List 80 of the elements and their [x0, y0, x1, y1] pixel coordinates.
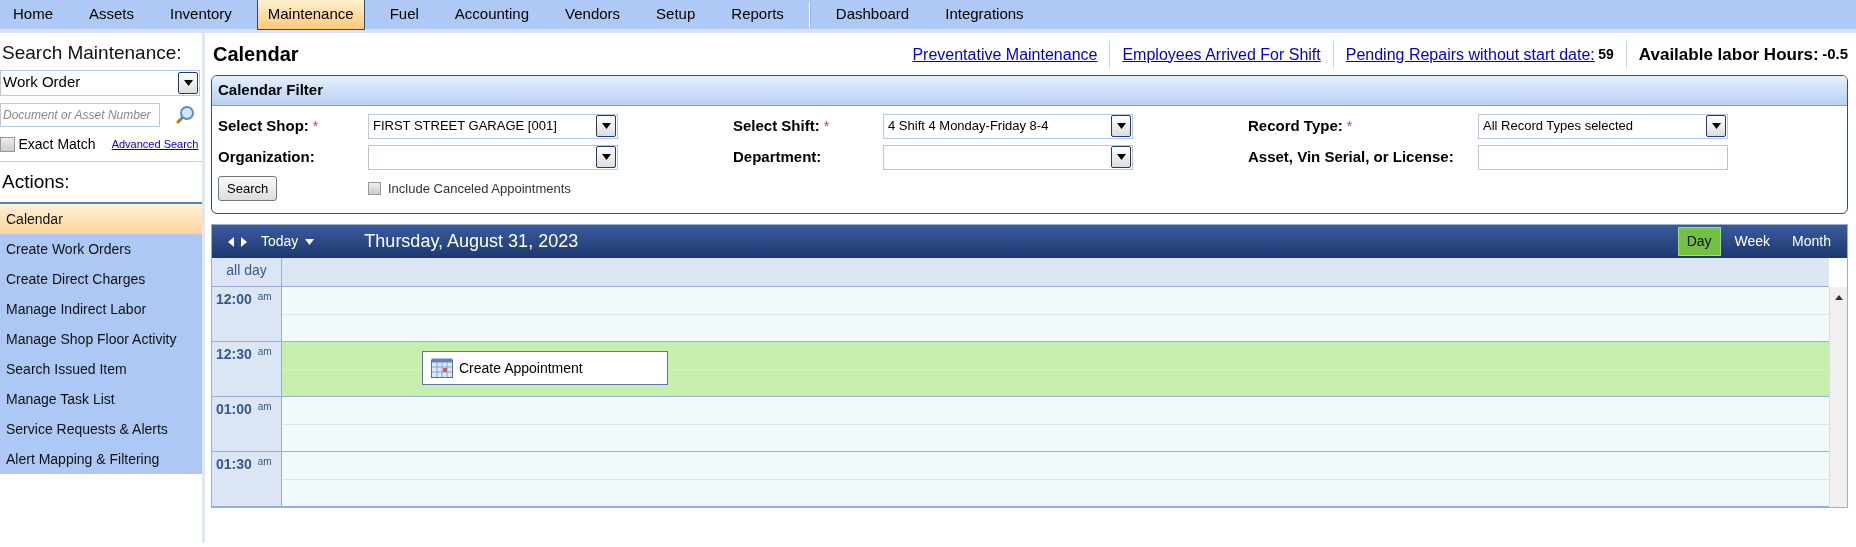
labor-value: -0.5 — [1822, 44, 1848, 65]
dropdown-button[interactable] — [596, 146, 616, 168]
field-label: Asset, Vin Serial, or License: — [1248, 146, 1455, 167]
dropdown-button[interactable] — [178, 71, 198, 94]
caret-icon — [601, 123, 611, 129]
search-type-select[interactable]: Work Order — [0, 69, 200, 96]
menu-item[interactable]: Fuel — [378, 0, 430, 30]
header-link[interactable]: Employees Arrived For Shift — [1122, 42, 1321, 67]
menu-item[interactable]: Accounting — [443, 0, 541, 30]
field-label: Record Type: — [1248, 115, 1343, 136]
action-item[interactable]: Manage Indirect Labor — [0, 294, 202, 324]
action-item[interactable]: Create Direct Charges — [0, 264, 202, 294]
caret-icon — [1116, 154, 1126, 160]
header-link[interactable]: Preventative Maintenance — [912, 42, 1098, 67]
header-link[interactable]: Pending Repairs without start date: — [1345, 42, 1595, 67]
count: 59 — [1598, 45, 1614, 64]
search-button[interactable]: Search — [218, 175, 278, 201]
dropdown-button[interactable] — [1706, 115, 1726, 137]
required-mark: * — [312, 116, 319, 136]
view-tab[interactable]: Month — [1784, 227, 1839, 256]
action-item[interactable]: Service Requests & Alerts — [0, 414, 202, 444]
checkbox-label: Include Canceled Appointments — [388, 179, 571, 198]
panel-title: Calendar Filter — [212, 76, 1847, 106]
required-mark: * — [1346, 116, 1353, 136]
page-title: Calendar — [213, 42, 299, 67]
checkbox-label: Exact Match — [18, 134, 96, 154]
dropdown-button[interactable] — [1111, 115, 1131, 137]
action-item[interactable]: Manage Shop Floor Activity — [0, 324, 202, 354]
advanced-search-link[interactable]: Advanced Search — [111, 135, 199, 153]
all-day-label: all day — [212, 258, 282, 286]
field-label: Select Shift: — [733, 115, 820, 136]
menu-item[interactable]: Reports — [720, 0, 795, 30]
scrollbar[interactable] — [1829, 287, 1847, 507]
time-label: 12:30 am — [212, 342, 282, 396]
caret-icon — [183, 79, 193, 86]
text-field[interactable] — [1478, 144, 1728, 170]
checkbox[interactable] — [0, 136, 15, 152]
select-field[interactable]: All Record Types selected — [1478, 113, 1728, 139]
dropdown-button[interactable] — [596, 115, 616, 137]
checkbox[interactable] — [368, 181, 381, 195]
view-tab[interactable]: Day — [1677, 227, 1721, 256]
search-icon[interactable] — [175, 104, 195, 125]
time-label: 01:30 am — [212, 452, 282, 506]
field-label: Department: — [733, 146, 823, 167]
selected-time-slot[interactable]: Create Appointment — [282, 342, 1829, 396]
required-mark: * — [823, 116, 830, 136]
time-label: 01:00 am — [212, 397, 282, 451]
time-label: 12:00 am — [212, 287, 282, 341]
section-title: Search Maintenance: — [1, 41, 183, 65]
select-field[interactable] — [883, 144, 1133, 170]
select-field[interactable]: 4 Shift 4 Monday-Friday 8-4 — [883, 113, 1133, 139]
view-tab[interactable]: Week — [1726, 227, 1779, 256]
action-item[interactable]: Calendar — [0, 204, 202, 234]
menu-item[interactable]: Assets — [78, 0, 146, 30]
select-field[interactable] — [368, 144, 618, 170]
action-item[interactable]: Create Work Orders — [0, 234, 202, 264]
calendar-date: Thursday, August 31, 2023 — [364, 230, 579, 253]
calendar-icon — [431, 358, 453, 378]
caret-icon[interactable] — [305, 238, 315, 245]
caret-icon — [1711, 123, 1721, 129]
caret-icon — [1116, 123, 1126, 129]
menu-item[interactable]: Maintenance — [256, 0, 365, 30]
today-button[interactable]: Today — [261, 231, 299, 252]
action-item[interactable]: Search Issued Item — [0, 354, 202, 384]
menu-item[interactable]: Setup — [645, 0, 707, 30]
field-label: Organization: — [218, 146, 316, 167]
field-label: Select Shop: — [218, 115, 309, 136]
menu-item[interactable]: Home — [2, 0, 64, 30]
action-item[interactable]: Alert Mapping & Filtering — [0, 444, 202, 474]
select-field[interactable]: FIRST STREET GARAGE [001] — [368, 113, 618, 139]
menu-item[interactable]: Dashboard — [824, 0, 921, 30]
menu-item[interactable]: Inventory — [159, 0, 243, 30]
menu-item[interactable]: Integrations — [934, 0, 1035, 30]
create-appointment-button[interactable]: Create Appointment — [422, 351, 668, 385]
labor-label: Available labor Hours: — [1638, 43, 1819, 66]
search-field[interactable]: Document or Asset Number — [0, 102, 160, 127]
menu-item[interactable]: Vendors — [554, 0, 632, 30]
dropdown-button[interactable] — [1111, 146, 1131, 168]
action-item[interactable]: Manage Task List — [0, 384, 202, 414]
caret-icon — [601, 154, 611, 160]
